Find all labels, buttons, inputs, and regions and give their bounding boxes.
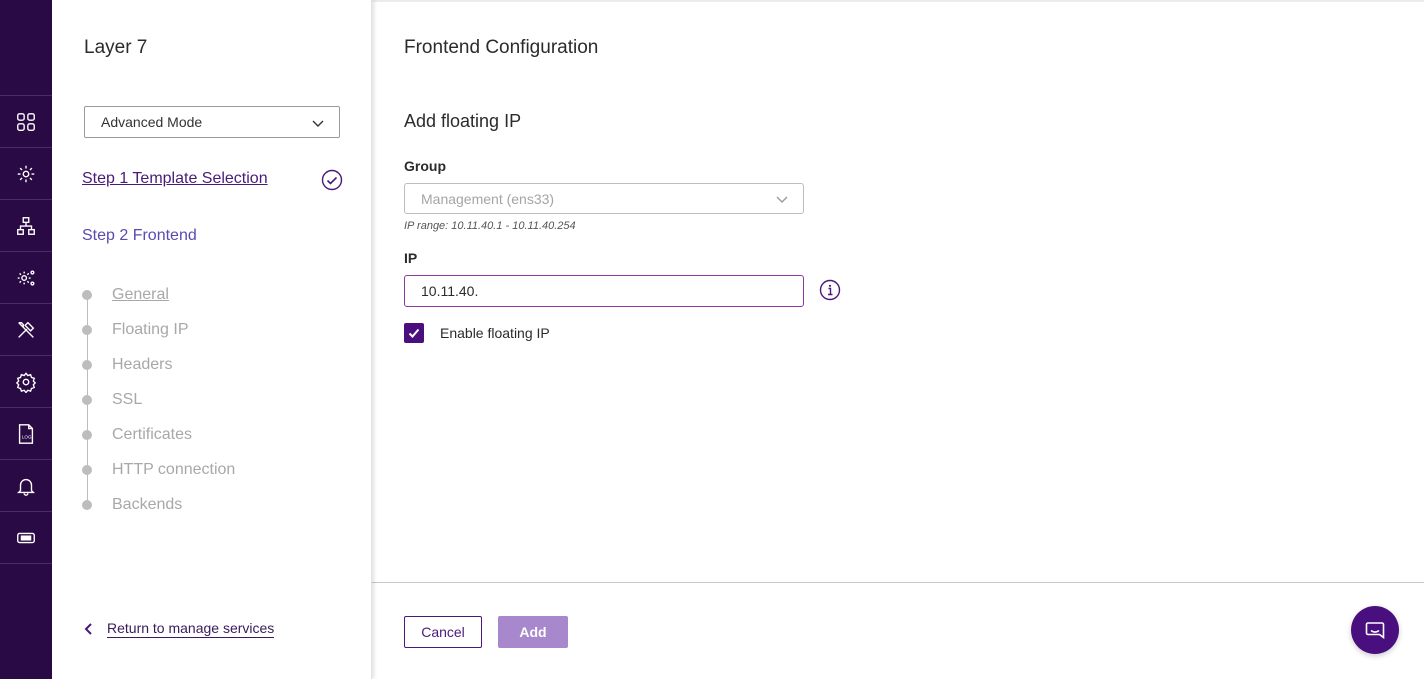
settings-icon (15, 371, 37, 393)
sub-step-headers[interactable]: Headers (82, 355, 172, 375)
chevron-left-icon (84, 623, 92, 635)
step-1-link[interactable]: Step 1 Template Selection (82, 170, 268, 188)
chat-icon (1365, 622, 1385, 640)
bell-icon (17, 478, 35, 496)
sub-step-label: Certificates (112, 426, 193, 443)
sub-step-floating-ip[interactable]: Floating IP (82, 320, 188, 340)
checkmark-icon (408, 328, 420, 338)
sub-step-certificates[interactable]: Certificates (82, 425, 192, 445)
sub-step-dot (82, 465, 92, 475)
main-content: Frontend Configuration Add floating IP G… (372, 0, 1424, 679)
group-label: Group (404, 158, 446, 174)
top-divider (372, 0, 1424, 2)
enable-floating-ip-label: Enable floating IP (440, 325, 550, 341)
cancel-button[interactable]: Cancel (404, 616, 482, 648)
group-select[interactable]: Management (ens33) (404, 183, 804, 214)
rail-item-system[interactable] (0, 252, 52, 304)
footer-divider (372, 582, 1424, 583)
chat-button[interactable] (1351, 606, 1399, 654)
tools-icon (18, 321, 35, 338)
sub-step-label: HTTP connection (112, 461, 236, 478)
sub-step-ssl[interactable]: SSL (82, 390, 142, 410)
step-2-link[interactable]: Step 2 Frontend (82, 227, 197, 245)
sub-step-label: Floating IP (112, 321, 189, 338)
sub-step-dot (82, 290, 92, 300)
sub-step-label: SSL (112, 391, 143, 408)
sub-step-general[interactable]: General (82, 285, 169, 305)
network-icon (17, 216, 35, 235)
icon-rail: LOG (0, 0, 52, 679)
group-select-value: Management (ens33) (421, 190, 555, 207)
ticket-icon (17, 532, 35, 543)
services-icon (17, 165, 35, 182)
sub-step-dot (82, 360, 92, 370)
system-settings-icon (17, 269, 35, 286)
rail-item-dashboard[interactable] (0, 96, 52, 148)
ip-label: IP (404, 250, 418, 266)
rail-item-tools[interactable] (0, 304, 52, 356)
steps-panel: Layer 7 Advanced Mode Step 1 Template Se… (52, 0, 372, 679)
sub-step-dot (82, 430, 92, 440)
rail-item-settings[interactable] (0, 356, 52, 408)
chevron-down-icon (312, 120, 324, 127)
rail-item-tickets[interactable] (0, 512, 52, 564)
rail-logo-area (0, 0, 52, 96)
rail-item-notifications[interactable] (0, 460, 52, 512)
page-title: Frontend Configuration (404, 37, 599, 58)
ip-range-hint: IP range: 10.11.40.1 - 10.11.40.254 (404, 220, 576, 232)
sub-step-label: General (112, 286, 169, 303)
sub-step-http-connection[interactable]: HTTP connection (82, 460, 235, 480)
log-icon-text: LOG (22, 434, 32, 439)
chevron-down-icon (776, 196, 788, 203)
return-to-services-link[interactable]: Return to manage services (82, 620, 275, 638)
return-link-label: Return to manage services (107, 620, 275, 638)
check-circle-icon (321, 169, 343, 191)
mode-select[interactable]: Advanced Mode (84, 106, 340, 138)
sub-step-label: Headers (112, 356, 173, 373)
dashboard-icon (17, 112, 35, 131)
info-icon[interactable] (819, 279, 841, 301)
rail-item-network[interactable] (0, 200, 52, 252)
sub-step-dot (82, 500, 92, 510)
panel-title: Layer 7 (84, 37, 148, 58)
mode-select-value: Advanced Mode (101, 114, 203, 130)
add-button[interactable]: Add (498, 616, 568, 648)
log-icon: LOG (18, 423, 34, 444)
rail-item-logs[interactable]: LOG (0, 408, 52, 460)
sub-step-dot (82, 395, 92, 405)
sub-step-label: Backends (112, 496, 183, 513)
sub-step-backends[interactable]: Backends (82, 495, 182, 515)
sub-step-dot (82, 325, 92, 335)
rail-item-services[interactable] (0, 148, 52, 200)
section-title: Add floating IP (404, 111, 522, 131)
ip-input[interactable] (404, 275, 804, 307)
enable-floating-ip-checkbox[interactable] (404, 323, 424, 343)
